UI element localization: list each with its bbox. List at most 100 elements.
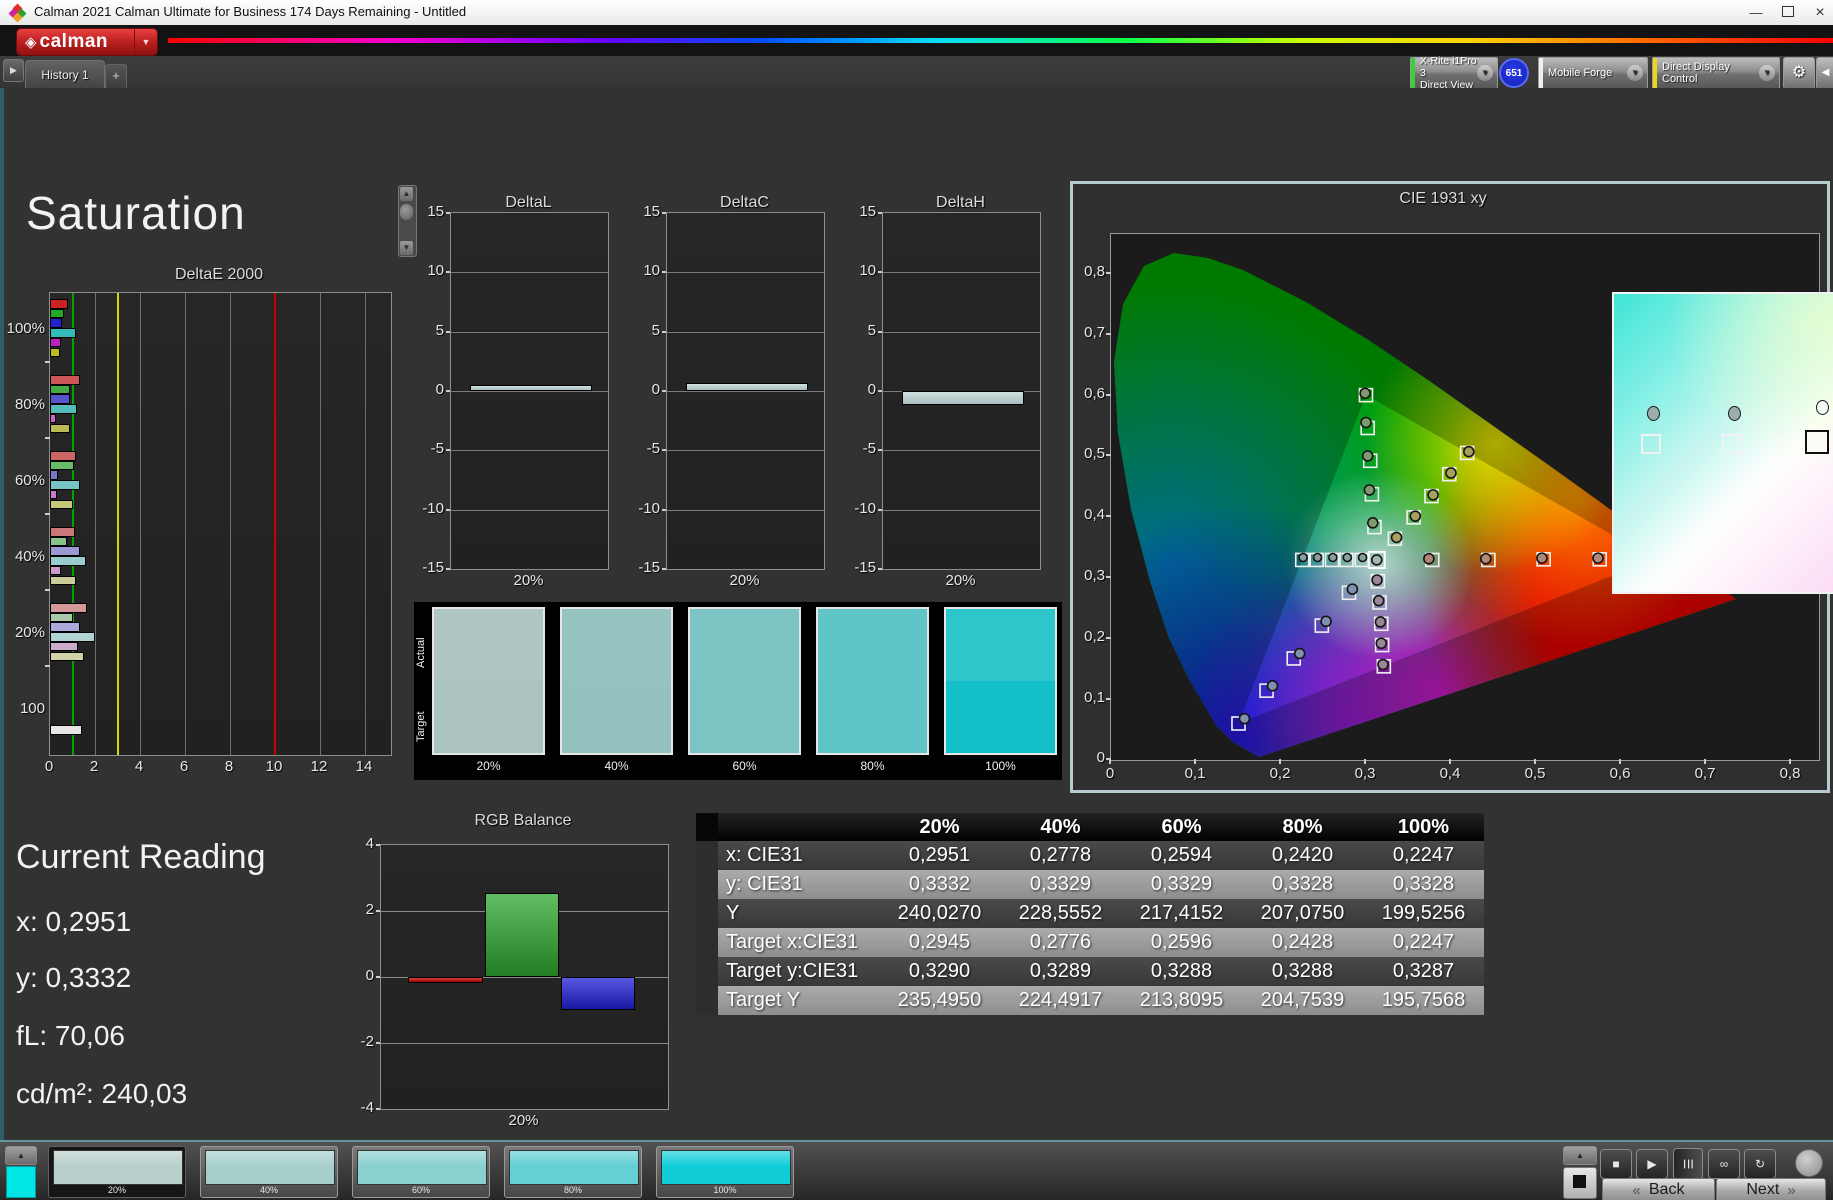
DeltaH-tickmark bbox=[878, 449, 882, 451]
pattern-patch-100%[interactable]: 100% bbox=[656, 1146, 794, 1198]
DeltaC-tickmark bbox=[662, 568, 666, 570]
deltae-ref-line-10 bbox=[274, 293, 276, 755]
meter-dropdown[interactable]: X-Rite i1Pro 3 Direct View ▼ bbox=[1410, 57, 1498, 89]
table-header-row: 20%40%60%80%100% bbox=[696, 813, 1484, 841]
saturation-swatch-20% bbox=[432, 607, 545, 755]
deltae-ref-line-3 bbox=[117, 293, 119, 755]
cie-measured-circle bbox=[1410, 511, 1420, 521]
DeltaH-bar bbox=[902, 391, 1024, 405]
cie-y-tick-0,3: 0,3 bbox=[1075, 567, 1105, 584]
continuous-icon[interactable]: ∞ bbox=[1708, 1149, 1740, 1179]
table-row-x: CIE31[interactable]: x: CIE310,29510,27780,25940,24200,2247 bbox=[696, 841, 1484, 870]
meter-line1: X-Rite i1Pro 3 bbox=[1420, 55, 1477, 79]
DeltaC-ytick--15: -15 bbox=[626, 559, 660, 576]
deltae-gridline bbox=[185, 293, 186, 755]
table-column-header-60%: 60% bbox=[1121, 813, 1242, 841]
DeltaL-tickmark bbox=[446, 331, 450, 333]
tab-scroll-button[interactable]: ▶ bbox=[3, 59, 24, 82]
tab-row: ▶ History 1 + X-Rite i1Pro 3 Direct View… bbox=[0, 56, 1833, 88]
settings-gear-icon[interactable]: ⚙ bbox=[1783, 57, 1815, 89]
scroll-up-icon[interactable]: ▲ bbox=[400, 187, 413, 201]
close-button[interactable]: × bbox=[1806, 3, 1833, 22]
rgb-tickmark bbox=[376, 910, 380, 912]
deltae-x-tick-0: 0 bbox=[39, 758, 59, 775]
cie-measured-circle bbox=[1295, 649, 1305, 659]
meter-count-badge[interactable]: 651 bbox=[1499, 58, 1529, 88]
deltae-x-tick-10: 10 bbox=[264, 758, 284, 775]
display-control-dropdown[interactable]: Direct Display Control ▼ bbox=[1652, 57, 1780, 89]
DeltaC-tickmark bbox=[662, 331, 666, 333]
deltae-group-tick bbox=[45, 589, 50, 591]
deltae-x-tick-6: 6 bbox=[174, 758, 194, 775]
DeltaH-ytick-0: 0 bbox=[842, 381, 876, 398]
app-icon bbox=[10, 5, 26, 21]
stop-icon[interactable]: ■ bbox=[1600, 1149, 1632, 1179]
cie-x-tick-0,7: 0,7 bbox=[1690, 765, 1720, 782]
pattern-patch-20%[interactable]: 20% bbox=[48, 1146, 186, 1198]
tab-history-1[interactable]: History 1 bbox=[25, 60, 105, 89]
cie-x-tick-0,8: 0,8 bbox=[1775, 765, 1805, 782]
cie-measured-circle bbox=[1329, 554, 1337, 562]
play-icon[interactable]: ▶ bbox=[1636, 1149, 1668, 1179]
next-button[interactable]: Next » bbox=[1716, 1178, 1826, 1200]
refresh-icon[interactable]: ↻ bbox=[1744, 1149, 1776, 1179]
cie-y-tick-0,8: 0,8 bbox=[1075, 263, 1105, 280]
table-cell-Target x:CIE31-40%: 0,2776 bbox=[1000, 928, 1121, 957]
palette-up-icon[interactable]: ▲ bbox=[5, 1146, 37, 1165]
deltae-x-tick-8: 8 bbox=[219, 758, 239, 775]
deltae-bar-40%-2 bbox=[50, 546, 80, 556]
table-row-label: Target Y bbox=[718, 986, 879, 1015]
pattern-window-button[interactable] bbox=[1563, 1167, 1597, 1199]
controls-up-icon[interactable]: ▲ bbox=[1563, 1146, 1597, 1165]
table-row-Target y:CIE31[interactable]: Target y:CIE310,32900,32890,32880,32880,… bbox=[696, 957, 1484, 986]
table-cell-Y-60%: 217,4152 bbox=[1121, 899, 1242, 928]
rgb-bar-green bbox=[485, 893, 559, 977]
DeltaL-tickmark bbox=[446, 390, 450, 392]
scroll-down-icon[interactable]: ▼ bbox=[400, 241, 413, 255]
table-row-Target Y[interactable]: Target Y235,4950224,4917213,8095204,7539… bbox=[696, 986, 1484, 1015]
cie-measured-circle bbox=[1343, 554, 1351, 562]
swatch-label-20%: 20% bbox=[432, 759, 545, 773]
pattern-patch-40%[interactable]: 40% bbox=[200, 1146, 338, 1198]
deltae-bar-20%-3 bbox=[50, 632, 95, 642]
back-button[interactable]: « Back bbox=[1602, 1178, 1715, 1200]
calman-menu-button[interactable]: ◈ calman ▼ bbox=[16, 28, 158, 56]
reading-cdm2: cd/m²: 240,03 bbox=[16, 1078, 187, 1110]
inset-target-square-2 bbox=[1805, 430, 1829, 454]
deltac-x-label: 20% bbox=[666, 572, 823, 589]
pattern-patch-80%[interactable]: 80% bbox=[504, 1146, 642, 1198]
rgb-x-label: 20% bbox=[380, 1112, 667, 1129]
rgb-y-tick-4: 4 bbox=[338, 835, 374, 852]
deltal-chart-plot bbox=[450, 212, 609, 570]
table-cell-Target y:CIE31-100%: 0,3287 bbox=[1363, 957, 1484, 986]
table-cell-Target y:CIE31-20%: 0,3290 bbox=[879, 957, 1000, 986]
deltae-bar-60%-3 bbox=[50, 480, 80, 490]
page-title: Saturation bbox=[26, 186, 246, 240]
table-row-Y[interactable]: Y240,0270228,5552217,4152207,0750199,525… bbox=[696, 899, 1484, 928]
cie-y-tickmark bbox=[1106, 698, 1111, 700]
next-label: Next bbox=[1746, 1181, 1779, 1199]
cie-y-tick-0,2: 0,2 bbox=[1075, 628, 1105, 645]
reading-y: y: 0,3332 bbox=[16, 962, 131, 994]
inset-measured-circle-0 bbox=[1647, 406, 1660, 421]
deltac-chart-title: DeltaC bbox=[666, 194, 823, 212]
minimize-button[interactable]: — bbox=[1742, 3, 1770, 22]
delta-gridline bbox=[667, 391, 824, 392]
deltae-bar-80%-5 bbox=[50, 424, 70, 434]
levels-icon[interactable]: ☰ bbox=[1673, 1148, 1703, 1180]
maximize-button[interactable] bbox=[1774, 3, 1802, 22]
pattern-patch-60%[interactable]: 60% bbox=[352, 1146, 490, 1198]
delta-gridline bbox=[451, 332, 608, 333]
table-row-gutter bbox=[696, 841, 718, 870]
add-tab-button[interactable]: + bbox=[105, 64, 127, 90]
chart-scrollbar[interactable]: ▲ ▼ bbox=[398, 185, 417, 257]
chevron-down-icon: ▼ bbox=[1627, 65, 1643, 81]
deltah-x-label: 20% bbox=[882, 572, 1039, 589]
meter-position-icon[interactable] bbox=[1795, 1149, 1823, 1177]
source-dropdown[interactable]: Mobile Forge ▼ bbox=[1538, 57, 1648, 89]
deltae-bar-100%-2 bbox=[50, 318, 62, 328]
table-cell-x: CIE31-20%: 0,2951 bbox=[879, 841, 1000, 870]
table-row-Target x:CIE31[interactable]: Target x:CIE310,29450,27760,25960,24280,… bbox=[696, 928, 1484, 957]
collapse-panel-icon[interactable]: ◀ bbox=[1816, 57, 1833, 89]
table-row-y: CIE31[interactable]: y: CIE310,33320,33290,33290,33280,3328 bbox=[696, 870, 1484, 899]
